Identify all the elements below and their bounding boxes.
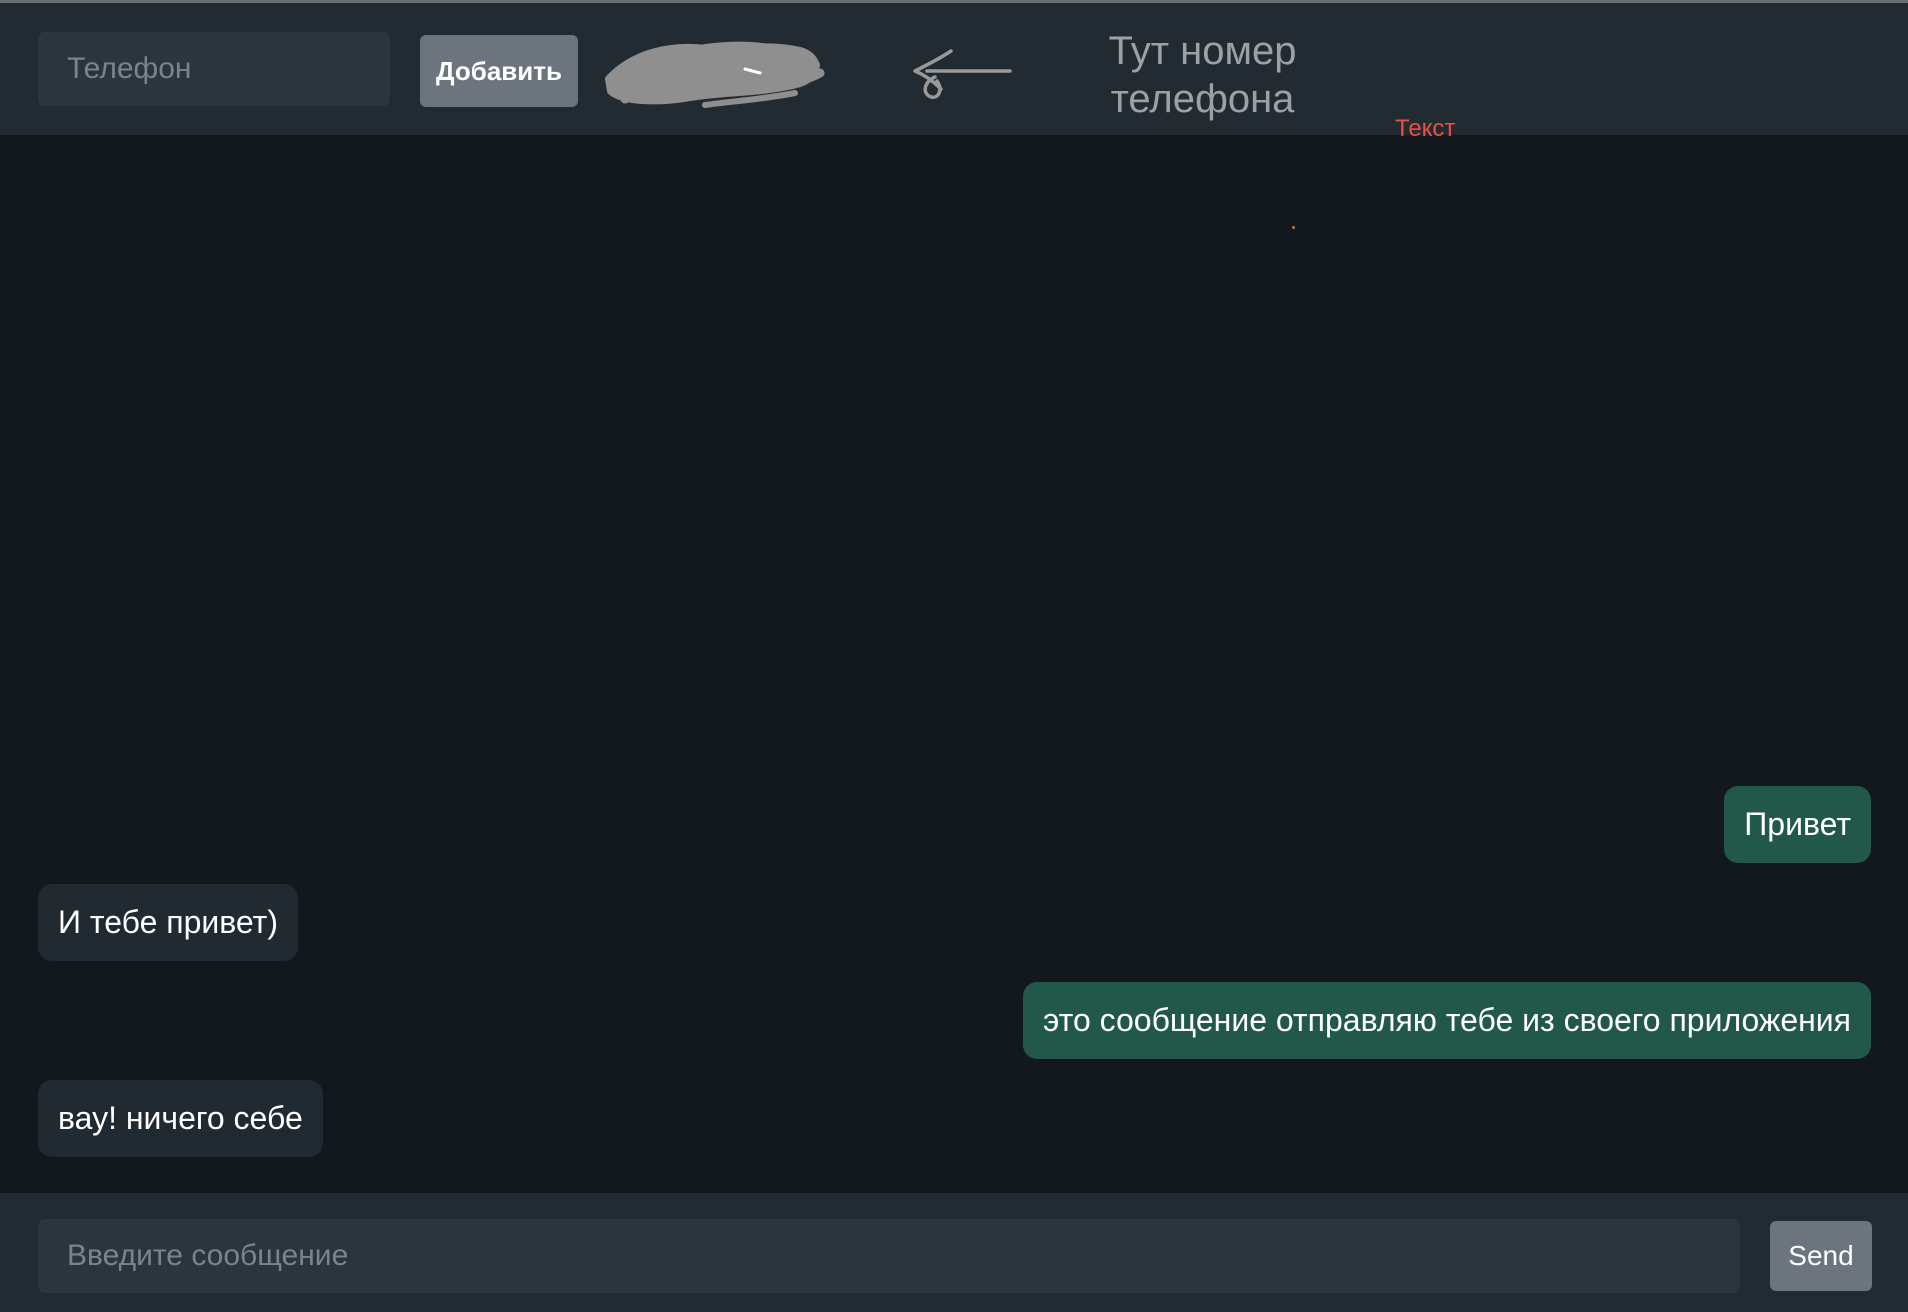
phone-number-hint: Тут номер телефона: [1108, 29, 1297, 121]
message-bubble-incoming: И тебе привет): [38, 884, 298, 961]
message-input[interactable]: [38, 1219, 1740, 1293]
send-button[interactable]: Send: [1770, 1221, 1872, 1291]
chat-app: Добавить Тут номер телефона Текст Привет…: [0, 0, 1908, 1312]
add-button[interactable]: Добавить: [420, 35, 578, 107]
header-bar: Добавить Тут номер телефона Текст: [0, 3, 1908, 142]
message-bubble-outgoing: Привет: [1724, 786, 1871, 863]
phone-input[interactable]: [38, 32, 390, 106]
message-composer: Send: [0, 1193, 1908, 1312]
message-list: Привет И тебе привет) это сообщение отпр…: [0, 135, 1908, 1193]
arrow-left-icon: [913, 49, 1012, 99]
message-bubble-outgoing: это сообщение отправляю тебе из своего п…: [1023, 982, 1871, 1059]
message-bubble-incoming: вау! ничего себе: [38, 1080, 323, 1157]
redacted-scribble: [605, 41, 825, 108]
